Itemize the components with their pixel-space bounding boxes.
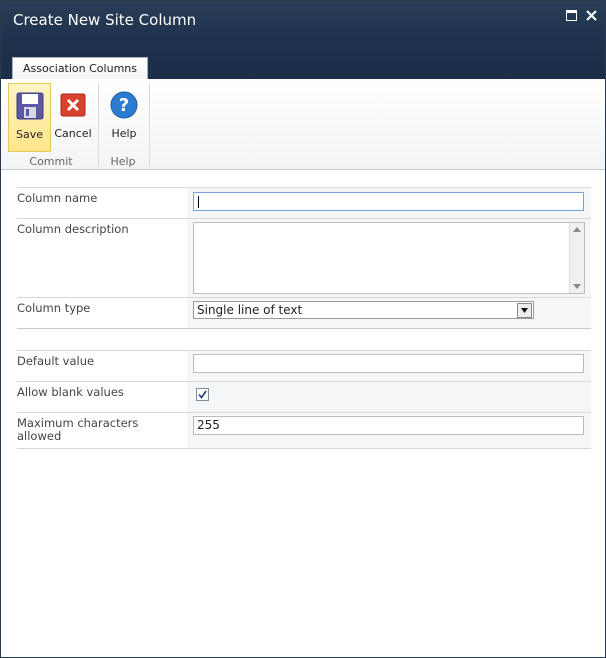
maximize-icon[interactable] (566, 10, 577, 21)
floppy-disk-icon (16, 92, 43, 120)
save-button[interactable]: Save (8, 83, 51, 152)
max-chars-label: Maximum characters allowed (17, 416, 139, 443)
row-column-name: Column name (17, 187, 591, 218)
allow-blank-label: Allow blank values (17, 385, 124, 399)
svg-text:?: ? (119, 95, 129, 116)
column-description-label: Column description (17, 222, 129, 236)
dialog-window: Create New Site Column Association Colum… (0, 0, 606, 658)
column-description-textarea[interactable] (193, 222, 585, 294)
row-allow-blank: Allow blank values (17, 381, 591, 412)
cancel-label: Cancel (54, 127, 92, 140)
row-column-description: Column description (17, 218, 591, 297)
help-label: Help (111, 127, 137, 140)
default-value-input[interactable] (193, 354, 584, 373)
allow-blank-checkbox[interactable] (196, 388, 209, 401)
help-question-icon: ? (110, 91, 138, 119)
ribbon-separator (149, 83, 150, 167)
column-name-label: Column name (17, 191, 98, 205)
default-value-label: Default value (17, 354, 95, 368)
section-divider (17, 328, 591, 350)
column-name-input[interactable] (193, 192, 584, 211)
title-bar: Create New Site Column Association Colum… (1, 1, 605, 80)
cancel-button[interactable]: Cancel (53, 83, 93, 150)
column-type-select[interactable]: Single line of text (193, 301, 534, 319)
dialog-title: Create New Site Column (13, 11, 197, 29)
help-button[interactable]: ? Help (104, 83, 144, 150)
textarea-scrollbar[interactable] (569, 223, 584, 293)
cancel-x-icon (60, 93, 86, 117)
checkmark-icon (198, 390, 207, 399)
row-column-type: Column type Single line of text (17, 297, 591, 328)
scroll-down-icon[interactable] (573, 284, 581, 289)
dropdown-button[interactable] (517, 303, 532, 318)
dropdown-arrow-icon (521, 308, 528, 313)
column-type-label: Column type (17, 301, 91, 315)
max-chars-input[interactable]: 255 (193, 416, 584, 435)
save-label: Save (15, 128, 43, 141)
close-icon[interactable] (586, 10, 597, 21)
group-label-commit: Commit (29, 155, 73, 168)
scroll-up-icon[interactable] (573, 227, 581, 232)
group-label-help: Help (110, 155, 136, 168)
row-default-value: Default value (17, 350, 591, 381)
ribbon: Save Cancel ? Help Commit Help (1, 79, 605, 170)
row-max-chars: Maximum characters allowed 255 (17, 412, 591, 449)
text-caret (198, 196, 199, 208)
tab-association-columns[interactable]: Association Columns (12, 57, 148, 80)
